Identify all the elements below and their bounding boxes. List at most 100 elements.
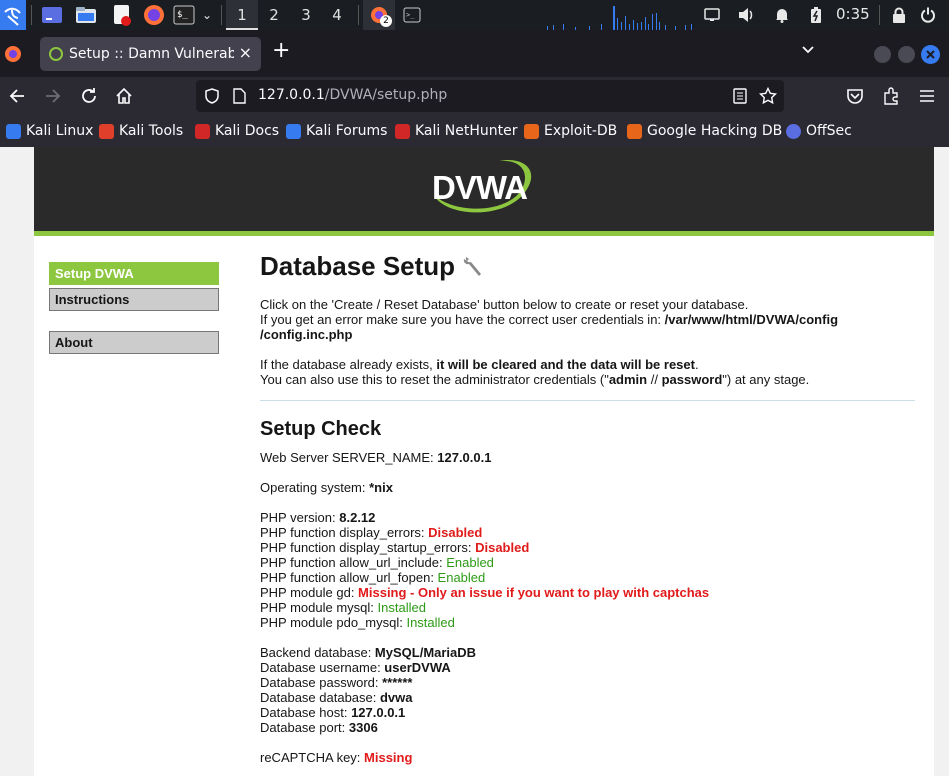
- sidebar-item-setup-dvwa[interactable]: Setup DVWA: [49, 262, 219, 285]
- volume-icon[interactable]: [735, 4, 757, 26]
- web-page: DVWA Setup DVWA Instructions About Datab…: [0, 147, 949, 776]
- workspace-4[interactable]: 4: [321, 0, 353, 30]
- check-db-password: Database password: ******: [260, 675, 413, 690]
- firefox-window-count-badge: 2: [380, 15, 392, 27]
- bookmark-kali-nethunter[interactable]: Kali NetHunter: [395, 123, 517, 139]
- header-accent-bar: [34, 231, 934, 236]
- svg-text:DVWA: DVWA: [432, 169, 527, 206]
- dvwa-container: DVWA Setup DVWA Instructions About Datab…: [34, 147, 934, 776]
- bookmarks-toolbar: Kali Linux Kali Tools Kali Docs Kali For…: [0, 116, 949, 147]
- tab-title: Setup :: Damn Vulnerable: [69, 46, 234, 62]
- check-allow-url-fopen: PHP function allow_url_fopen: Enabled: [260, 570, 486, 585]
- battery-icon[interactable]: [806, 4, 826, 26]
- intro-line-1: Click on the 'Create / Reset Database' b…: [260, 297, 749, 312]
- system-taskbar: $_ ⌄ 1 2 3 4 2 >_ 0:35: [0, 0, 949, 30]
- check-module-pdo-mysql: PHP module pdo_mysql: Installed: [260, 615, 455, 630]
- browser-navigation-bar: 127.0.0.1/DVWA/setup.php: [0, 77, 949, 116]
- firefox-window-button[interactable]: 2: [363, 0, 395, 30]
- address-bar[interactable]: 127.0.0.1/DVWA/setup.php: [196, 80, 784, 112]
- tab-setup[interactable]: Setup :: Damn Vulnerable ×: [40, 37, 261, 71]
- app-menu-icon[interactable]: [918, 87, 936, 109]
- bookmark-kali-linux[interactable]: Kali Linux: [6, 123, 93, 139]
- close-tab-icon[interactable]: ×: [239, 43, 252, 62]
- workspace-3[interactable]: 3: [290, 0, 322, 30]
- google-hacking-db-icon: [627, 123, 642, 139]
- firefox-view-icon[interactable]: [4, 45, 22, 67]
- check-display-errors: PHP function display_errors: Disabled: [260, 525, 483, 540]
- home-icon[interactable]: [115, 87, 133, 109]
- close-window-icon: [926, 50, 935, 59]
- section-divider: [260, 400, 915, 401]
- list-all-tabs-icon[interactable]: [801, 42, 815, 60]
- kali-nethunter-icon: [395, 123, 410, 139]
- sidebar-item-instructions[interactable]: Instructions: [49, 288, 219, 311]
- check-db-name: Database database: dvwa: [260, 690, 413, 705]
- minimize-window-button[interactable]: [874, 46, 891, 63]
- cpu-graph-icon: [547, 6, 692, 30]
- check-db-port: Database port: 3306: [260, 720, 378, 735]
- check-server-name: Web Server SERVER_NAME: 127.0.0.1: [260, 450, 492, 465]
- offsec-icon: [786, 123, 801, 139]
- page-info-icon[interactable]: [232, 88, 246, 108]
- bookmark-offsec[interactable]: OffSec: [786, 123, 852, 139]
- new-tab-button[interactable]: +: [272, 38, 290, 63]
- kali-menu-icon[interactable]: [0, 0, 26, 30]
- intro-line-4: You can also use this to reset the admin…: [260, 372, 810, 387]
- terminal-window-button[interactable]: >_: [400, 4, 424, 26]
- bookmark-google-hacking-db[interactable]: Google Hacking DB: [627, 123, 782, 139]
- terminal-icon[interactable]: $_: [172, 4, 196, 26]
- intro-line-2: If you get an error make sure you have t…: [260, 312, 839, 342]
- launcher-dropdown-icon[interactable]: ⌄: [200, 4, 214, 26]
- kali-docs-icon: [195, 123, 210, 139]
- check-db-host: Database host: 127.0.0.1: [260, 705, 406, 720]
- power-icon[interactable]: [917, 4, 939, 26]
- lock-screen-icon[interactable]: [889, 4, 909, 26]
- exploit-db-icon: [524, 123, 539, 139]
- check-module-mysql: PHP module mysql: Installed: [260, 600, 426, 615]
- check-db-username: Database username: userDVWA: [260, 660, 451, 675]
- bookmark-star-icon[interactable]: [758, 86, 778, 109]
- dvwa-logo: DVWA: [432, 159, 532, 213]
- notifications-icon[interactable]: [771, 4, 793, 26]
- intro-line-3: If the database already exists, it will …: [260, 357, 699, 372]
- check-display-startup-errors: PHP function display_startup_errors: Dis…: [260, 540, 530, 555]
- tracking-protection-icon[interactable]: [204, 88, 220, 108]
- dvwa-header: DVWA: [34, 147, 934, 231]
- show-desktop-icon[interactable]: [40, 4, 64, 26]
- section-title-setup-check: Setup Check: [260, 418, 382, 440]
- svg-text:>_: >_: [406, 11, 415, 19]
- check-os: Operating system: *nix: [260, 480, 393, 495]
- clock[interactable]: 0:35: [836, 5, 870, 23]
- bookmark-kali-forums[interactable]: Kali Forums: [286, 123, 387, 139]
- reload-icon[interactable]: [80, 87, 98, 109]
- reader-view-icon[interactable]: [733, 88, 747, 108]
- forward-icon[interactable]: [44, 87, 62, 109]
- wrench-icon: [463, 257, 482, 276]
- text-editor-icon[interactable]: [110, 4, 134, 26]
- check-recaptcha: reCAPTCHA key: Missing: [260, 750, 413, 765]
- bookmark-kali-docs[interactable]: Kali Docs: [195, 123, 279, 139]
- url-text: 127.0.0.1/DVWA/setup.php: [258, 87, 448, 103]
- back-icon[interactable]: [8, 87, 26, 109]
- extensions-icon[interactable]: [882, 87, 900, 109]
- kali-forums-icon: [286, 123, 301, 139]
- maximize-window-button[interactable]: [898, 46, 915, 63]
- bookmark-exploit-db[interactable]: Exploit-DB: [524, 123, 617, 139]
- file-manager-icon[interactable]: [74, 4, 98, 26]
- page-title: Database Setup: [260, 251, 915, 281]
- sidebar-menu: Setup DVWA Instructions About: [49, 262, 219, 357]
- pocket-icon[interactable]: [846, 87, 864, 109]
- svg-text:$_: $_: [177, 10, 188, 20]
- sidebar-item-about[interactable]: About: [49, 331, 219, 354]
- workspace-2[interactable]: 2: [258, 0, 290, 30]
- main-content: Database Setup Click on the 'Create / Re…: [260, 251, 915, 765]
- close-window-button[interactable]: [921, 45, 940, 64]
- workspace-1[interactable]: 1: [226, 0, 258, 30]
- check-module-gd: PHP module gd: Missing - Only an issue i…: [260, 585, 710, 600]
- firefox-launcher-icon[interactable]: [142, 4, 166, 26]
- kali-tools-icon: [99, 123, 114, 139]
- kali-linux-icon: [6, 123, 21, 139]
- browser-tab-strip: Setup :: Damn Vulnerable × +: [0, 30, 949, 77]
- network-icon[interactable]: [701, 4, 723, 26]
- bookmark-kali-tools[interactable]: Kali Tools: [99, 123, 183, 139]
